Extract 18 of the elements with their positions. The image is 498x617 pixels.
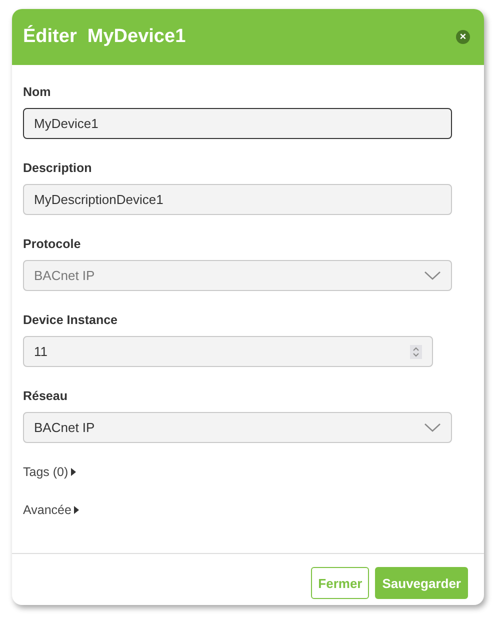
section-label: Tags (0) xyxy=(23,465,68,479)
field-label: Réseau xyxy=(23,389,68,403)
input-field[interactable]: MyDevice1 xyxy=(23,108,452,139)
field-label: Nom xyxy=(23,85,52,99)
field-label: Description xyxy=(23,161,93,175)
input-field[interactable]: 11 xyxy=(23,336,433,367)
chevron-down-icon xyxy=(424,423,441,432)
section-label: Avancée xyxy=(23,503,72,517)
input-field[interactable]: MyDescriptionDevice1 xyxy=(23,184,452,215)
field-label: Protocole xyxy=(23,237,82,251)
dialog-title: Éditer MyDevice1 xyxy=(23,26,186,48)
spinner-icon xyxy=(410,344,422,358)
section-toggle[interactable]: Tags (0) xyxy=(23,465,473,479)
close-button[interactable]: × xyxy=(456,30,470,44)
field-label: Device Instance xyxy=(23,313,118,327)
section-toggle[interactable]: Avancée xyxy=(23,503,473,517)
chevron-down-icon xyxy=(424,271,441,280)
select-field[interactable]: BACnet IP xyxy=(23,412,452,443)
